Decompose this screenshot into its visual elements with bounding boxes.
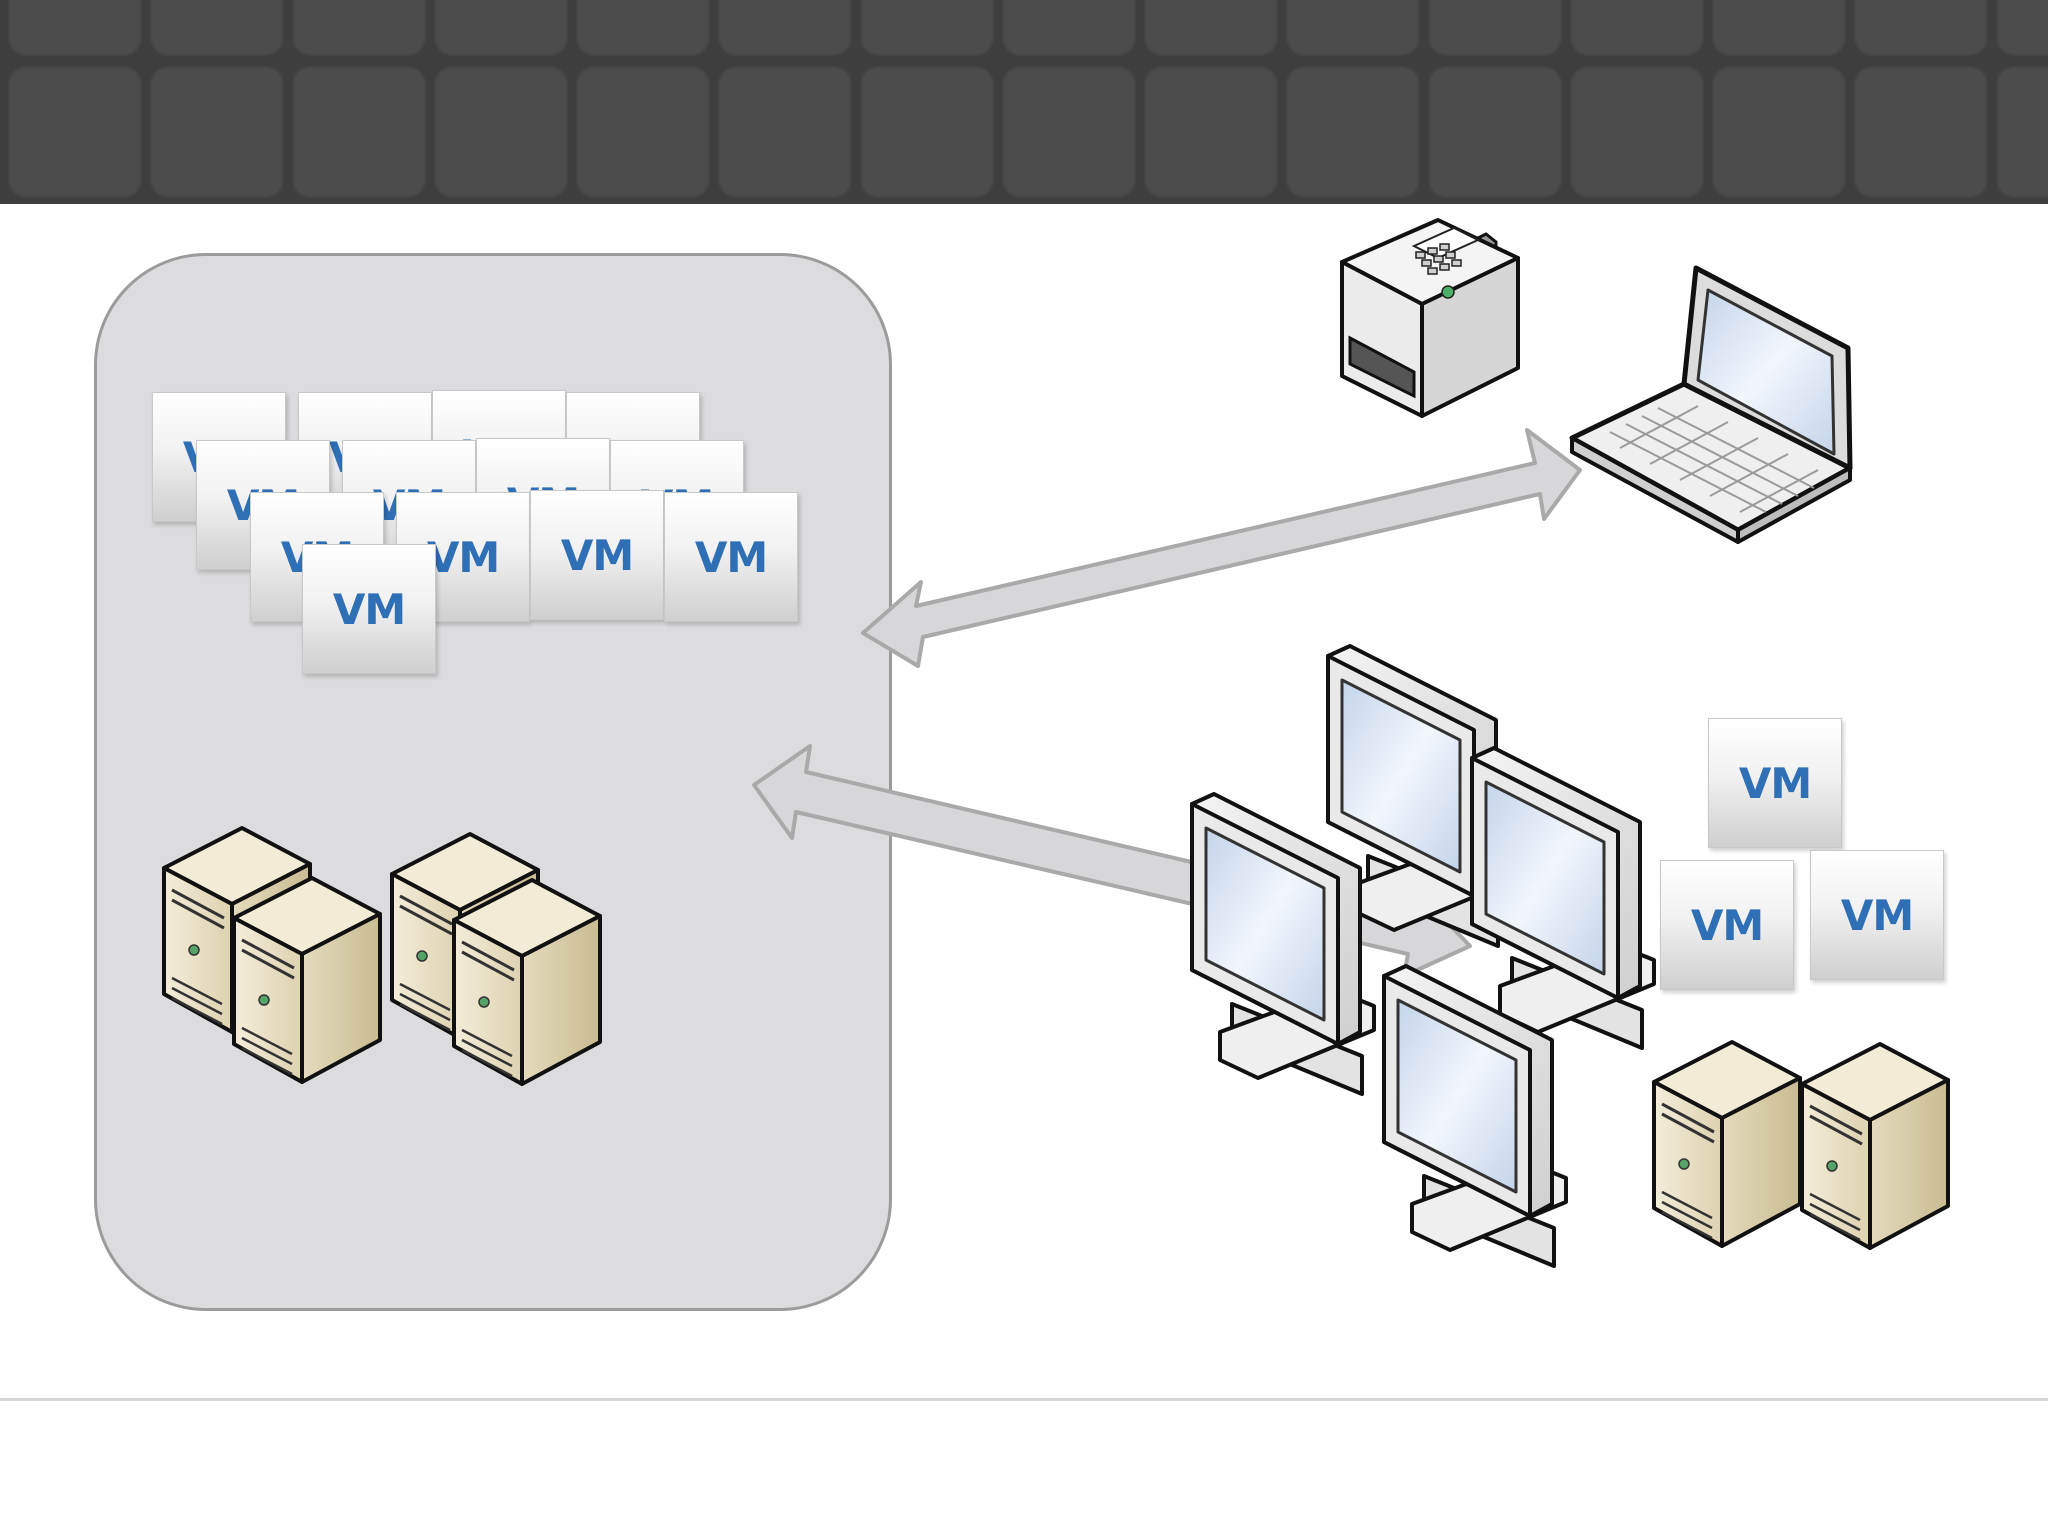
footer-divider (0, 1398, 2048, 1401)
printer-icon (1340, 218, 1520, 418)
monitor-icon (1190, 792, 1376, 1096)
diagram-canvas (162, 218, 1950, 1268)
server-tower-icon (452, 878, 602, 1086)
monitor-icon (1470, 746, 1656, 1050)
server-tower-icon (232, 876, 382, 1084)
server-tower-icon (1800, 1042, 1950, 1250)
server-tower-icon (1652, 1040, 1802, 1248)
double-arrow-icon (861, 428, 1582, 668)
laptop-icon (1569, 265, 1853, 544)
